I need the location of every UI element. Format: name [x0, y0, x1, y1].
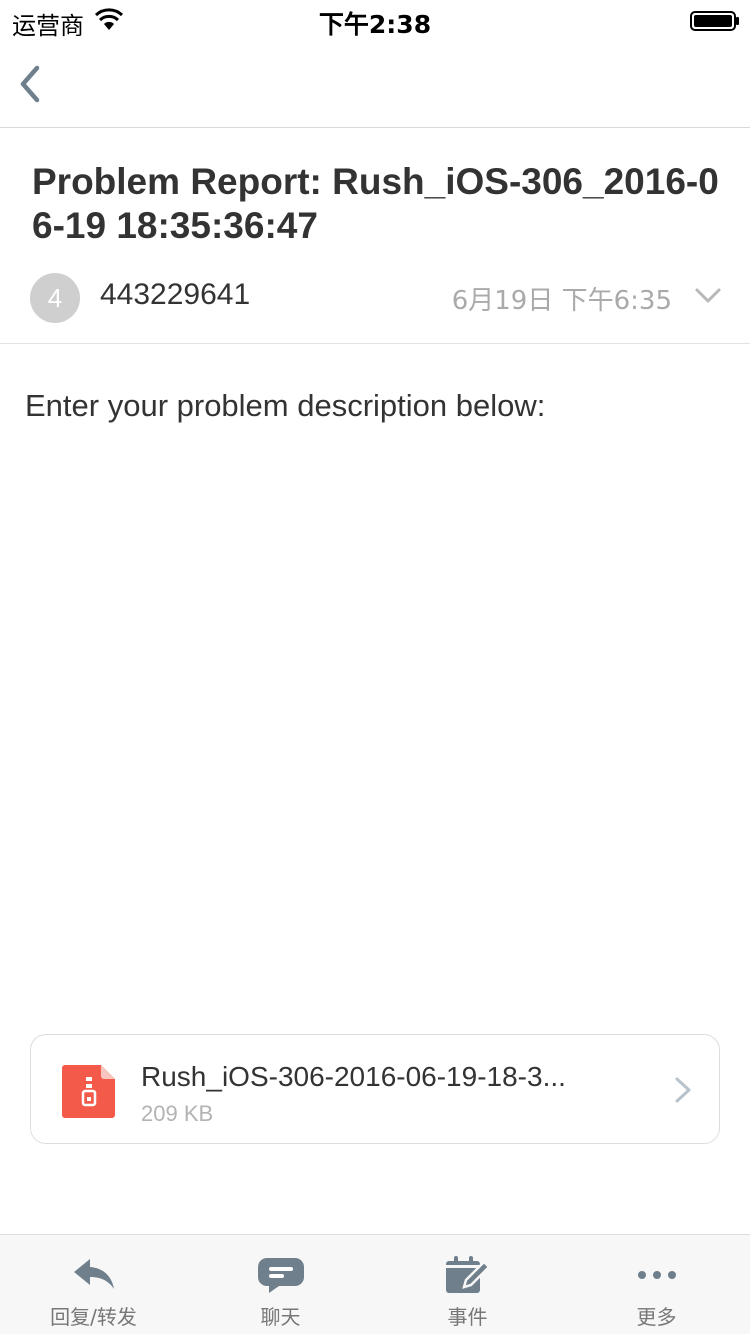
avatar: 4 [30, 273, 80, 323]
attachment-size: 209 KB [141, 1101, 214, 1126]
bottom-toolbar: 回复/转发 聊天 事件 更多 [0, 1234, 750, 1334]
attachment-card[interactable]: Rush_iOS-306-2016-06-19-18-3... 209 KB [30, 1034, 720, 1144]
calendar-edit-icon [445, 1256, 491, 1293]
mail-body: Enter your problem description below: [25, 388, 546, 423]
status-bar: 运营商 下午2:38 [0, 0, 750, 40]
battery-icon [690, 11, 739, 31]
more-button[interactable]: 更多 [563, 1235, 750, 1334]
mail-subject: Problem Report: Rush_iOS-306_2016-06-19 … [32, 161, 719, 246]
more-label: 更多 [636, 1305, 677, 1329]
reply-icon [73, 1259, 114, 1289]
event-label: 事件 [447, 1305, 488, 1329]
sender-row[interactable]: 4 443229641 6月19日 下午6:35 [0, 270, 750, 344]
chat-label: 聊天 [260, 1305, 301, 1329]
reply-forward-button[interactable]: 回复/转发 [0, 1235, 187, 1334]
chat-button[interactable]: 聊天 [187, 1235, 374, 1334]
status-time: 下午2:38 [318, 10, 432, 39]
mail-date: 6月19日 下午6:35 [451, 286, 672, 316]
navigation-bar [0, 40, 750, 128]
sender-name: 443229641 [100, 278, 251, 311]
zip-file-icon [62, 1065, 115, 1118]
more-dots-icon [637, 1271, 676, 1279]
chevron-down-icon[interactable] [693, 284, 723, 308]
event-button[interactable]: 事件 [374, 1235, 561, 1334]
attachment-name: Rush_iOS-306-2016-06-19-18-3... [141, 1061, 566, 1092]
chevron-right-icon [675, 1077, 691, 1103]
chat-bubble-icon [257, 1258, 304, 1293]
reply-forward-label: 回复/转发 [50, 1305, 137, 1329]
chevron-left-icon [20, 65, 40, 103]
back-button[interactable] [10, 62, 50, 106]
